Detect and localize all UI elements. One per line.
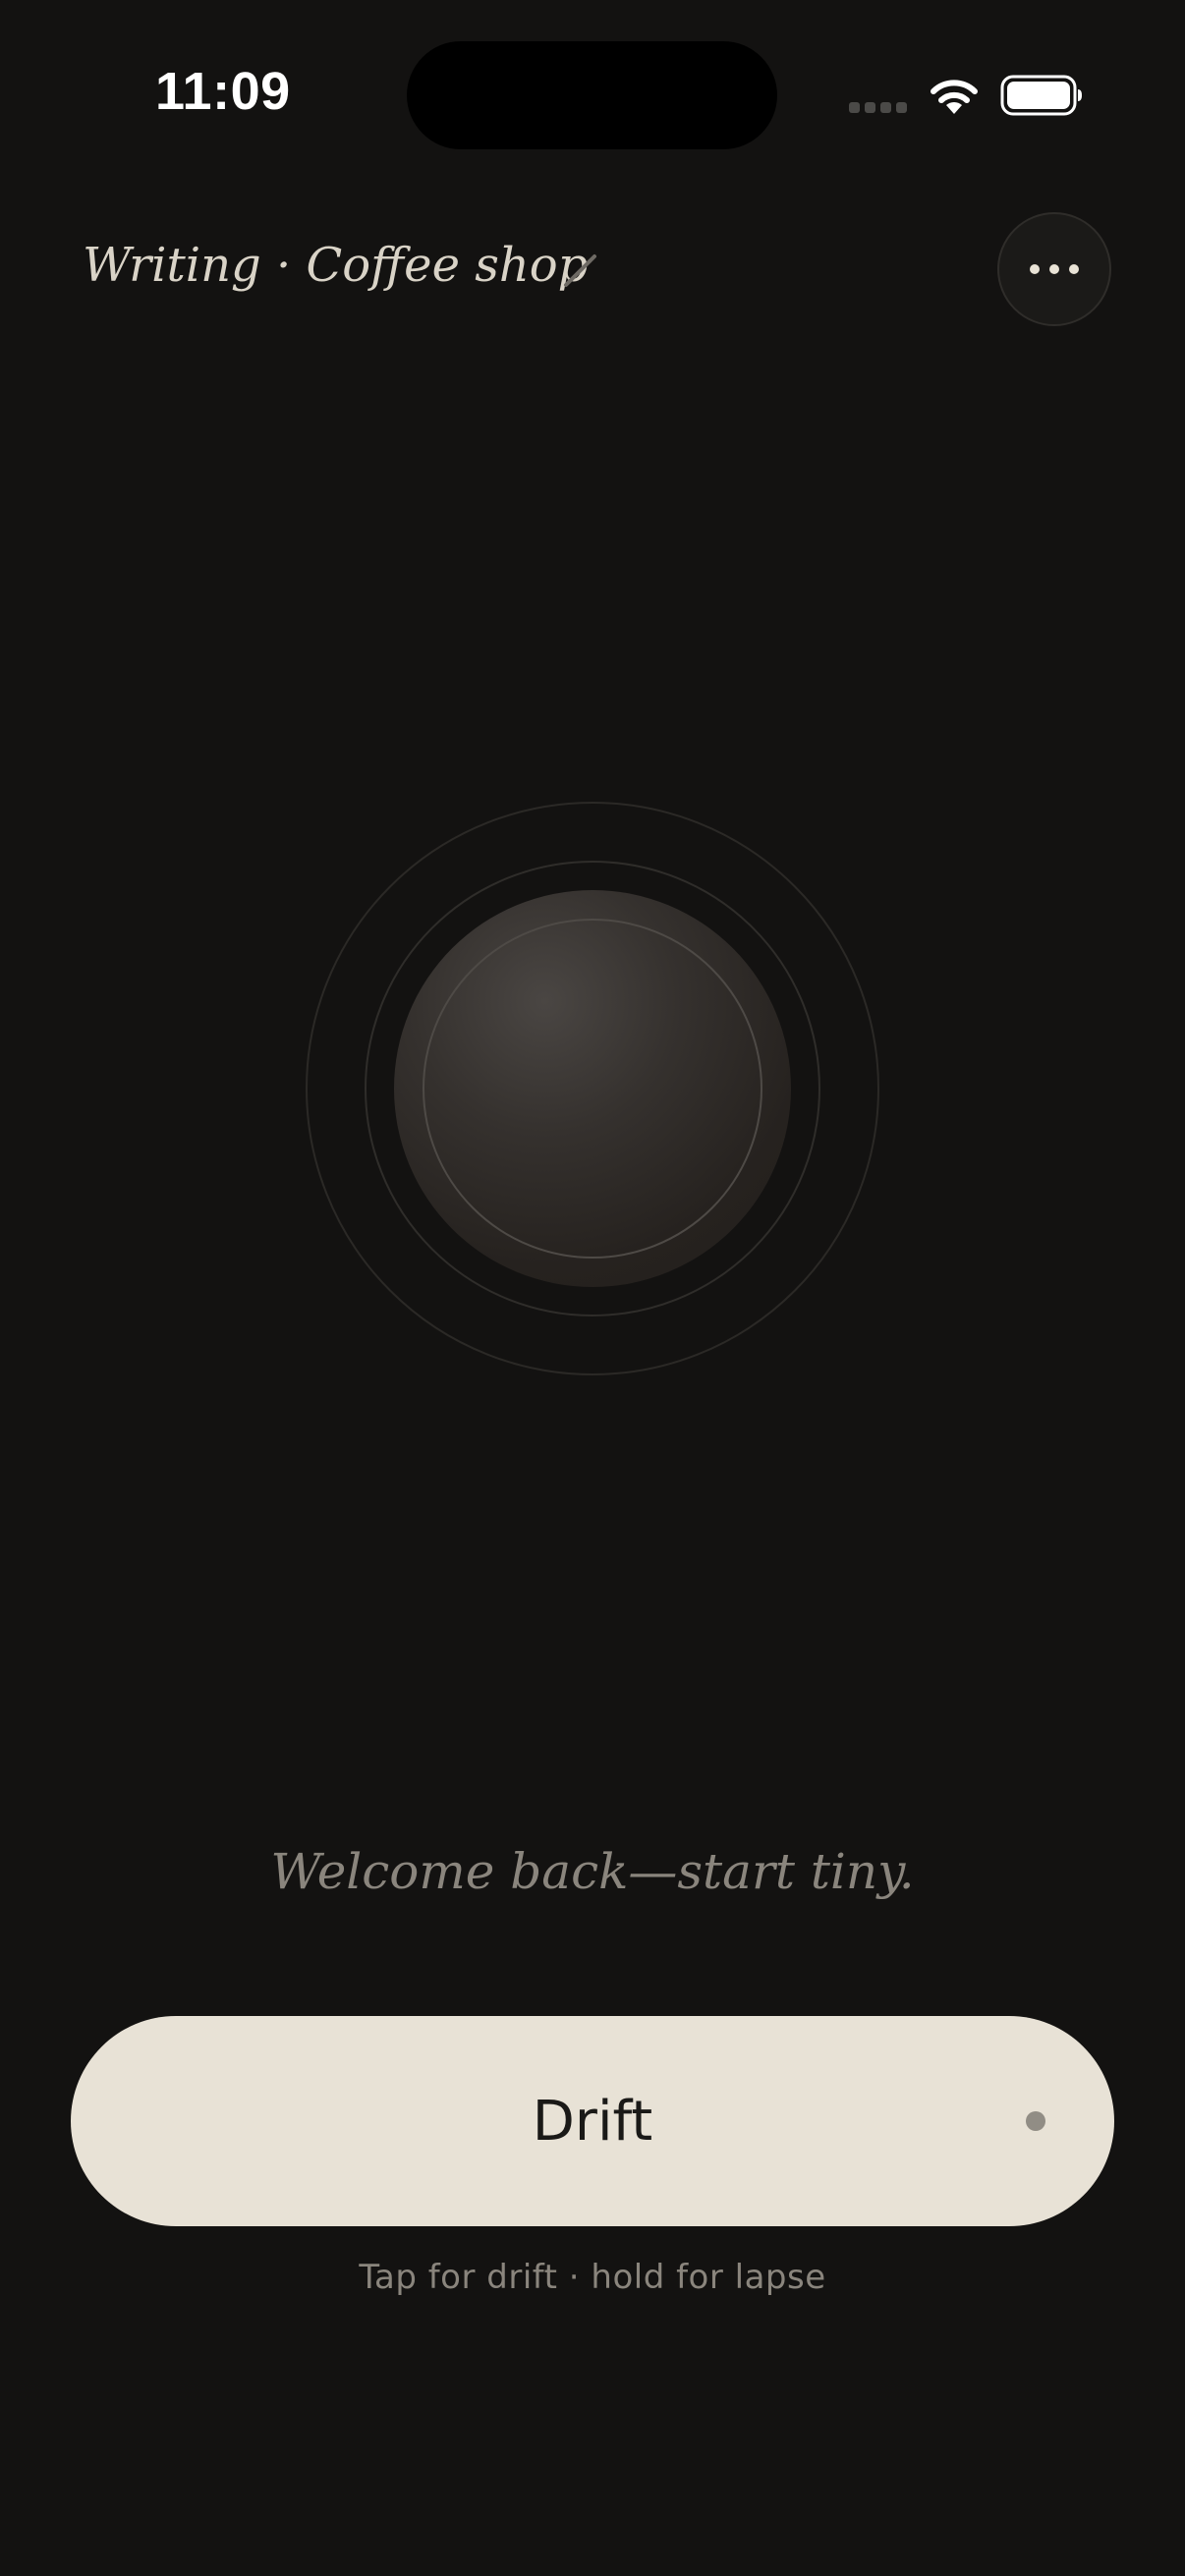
- drift-button[interactable]: Drift: [71, 2016, 1114, 2226]
- pencil-icon[interactable]: [560, 252, 599, 291]
- drift-button-label: Drift: [532, 2089, 653, 2154]
- orb-ring-inner: [423, 919, 762, 1259]
- dynamic-island: [407, 41, 777, 149]
- welcome-message: Welcome back—start tiny.: [270, 1843, 915, 1900]
- wifi-icon: [931, 80, 978, 114]
- drift-indicator-dot: [1026, 2111, 1045, 2131]
- more-options-button[interactable]: [997, 212, 1111, 326]
- drift-hint: Tap for drift · hold for lapse: [359, 2258, 826, 2297]
- session-title[interactable]: Writing · Coffee shop: [83, 238, 588, 293]
- ellipsis-icon: [1030, 264, 1040, 274]
- status-time: 11:09: [155, 62, 291, 121]
- battery-icon: [1000, 75, 1082, 116]
- cellular-signal-icon: [849, 102, 907, 113]
